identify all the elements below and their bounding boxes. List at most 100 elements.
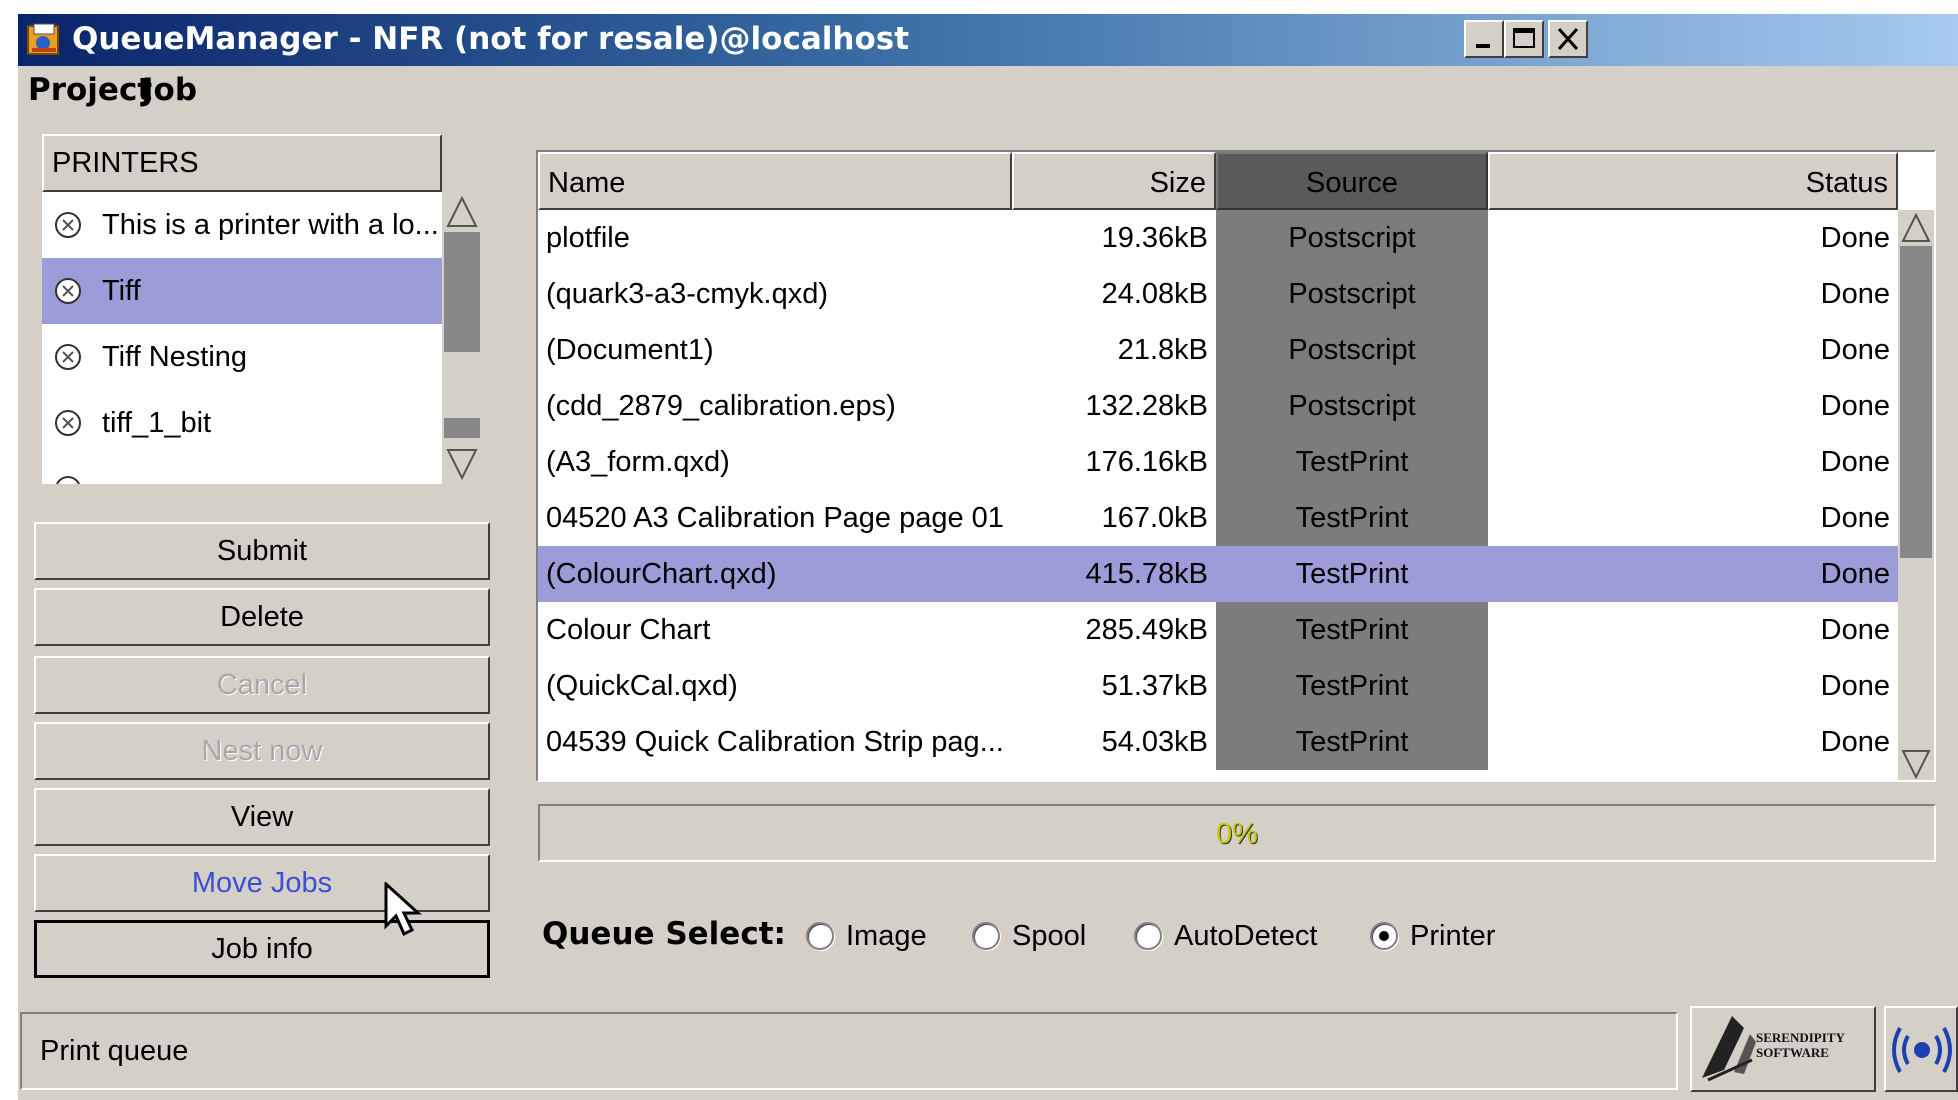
radio-button-checked-icon <box>1370 922 1398 950</box>
cell-status: Done <box>1820 334 1890 366</box>
scroll-up-button[interactable] <box>1898 210 1934 246</box>
cell-status: Done <box>1820 502 1890 534</box>
cell-source: Postscript <box>1216 378 1488 434</box>
progress-label: 0% <box>1216 818 1258 850</box>
table-row[interactable]: 04520 A3 Calibration Page page 01 167.0k… <box>538 490 1898 546</box>
queue-manager-app-icon <box>27 23 59 55</box>
printer-item[interactable]: tiff_1_bit <box>42 390 442 456</box>
table-row[interactable]: (Document1) 21.8kB Postscript Done <box>538 322 1898 378</box>
table-row[interactable]: Colour Chart 285.49kB TestPrint Done <box>538 602 1898 658</box>
cell-source: TestPrint <box>1216 434 1488 490</box>
printer-item[interactable]: This is a printer with a lo... <box>42 192 442 258</box>
printer-disabled-icon <box>56 476 80 484</box>
close-button[interactable] <box>1548 20 1588 58</box>
scroll-down-button[interactable] <box>1898 746 1934 780</box>
minimize-button[interactable] <box>1464 20 1504 58</box>
close-icon <box>1557 27 1579 51</box>
printer-disabled-icon <box>55 278 81 304</box>
radio-button-icon <box>1134 922 1162 950</box>
view-button[interactable]: View <box>34 788 490 846</box>
table-row[interactable]: 04539 Quick Calibration Strip pag... 54.… <box>538 714 1898 770</box>
menu-project[interactable]: Project <box>28 72 152 108</box>
screen: QueueManager - NFR (not for resale)@loca… <box>0 0 1958 1100</box>
table-row[interactable]: (A3_form.qxd) 176.16kB TestPrint Done <box>538 434 1898 490</box>
cancel-button[interactable]: Cancel <box>34 656 490 714</box>
scroll-thumb[interactable] <box>444 232 480 352</box>
printer-item[interactable]: Tiff Nesting <box>42 324 442 390</box>
jobs-table[interactable]: Name Size Source Status plotfile 19.36kB… <box>536 150 1936 782</box>
status-text: Print queue <box>40 1035 189 1067</box>
cell-source: TestPrint <box>1216 658 1488 714</box>
cell-status: Done <box>1820 390 1890 422</box>
cell-name: Colour Chart <box>546 614 711 646</box>
cell-name: (QuickCal.qxd) <box>546 670 738 702</box>
printer-label: tiff_1_bit <box>102 407 212 439</box>
column-header-source[interactable]: Source <box>1216 152 1488 210</box>
maximize-icon <box>1513 28 1535 48</box>
printer-disabled-icon <box>55 410 81 436</box>
table-row[interactable]: (QuickCal.qxd) 51.37kB TestPrint Done <box>538 658 1898 714</box>
printer-label: Tiff Nesting <box>102 341 248 373</box>
cell-status: Done <box>1820 446 1890 478</box>
cell-source: Postscript <box>1216 210 1488 266</box>
column-header-size[interactable]: Size <box>1012 152 1216 210</box>
printer-list[interactable]: This is a printer with a lo... Tiff Tiff… <box>42 192 442 484</box>
radio-button-icon <box>972 922 1000 950</box>
logo-text: SERENDIPITY SOFTWARE <box>1756 1030 1845 1060</box>
cell-size: 176.16kB <box>1085 446 1208 478</box>
cell-name: (quark3-a3-cmyk.qxd) <box>546 278 829 310</box>
cell-source: TestPrint <box>1216 546 1488 602</box>
printers-header[interactable]: PRINTERS <box>42 134 442 192</box>
cell-name: plotfile <box>546 222 630 254</box>
arrow-up-icon <box>1901 212 1931 242</box>
cell-source: TestPrint <box>1216 714 1488 770</box>
broadcast-signal-icon <box>1892 1027 1952 1073</box>
maximize-button[interactable] <box>1504 20 1544 58</box>
cell-size: 24.08kB <box>1101 278 1208 310</box>
table-row[interactable]: (cdd_2879_calibration.eps) 132.28kB Post… <box>538 378 1898 434</box>
cell-size: 132.28kB <box>1085 390 1208 422</box>
delete-button[interactable]: Delete <box>34 588 490 646</box>
printer-disabled-icon <box>55 212 81 238</box>
table-row-selected[interactable]: (ColourChart.qxd) 415.78kB TestPrint Don… <box>538 546 1898 602</box>
serendipity-logo: SERENDIPITY SOFTWARE <box>1690 1006 1876 1092</box>
cell-size: 19.36kB <box>1101 222 1208 254</box>
cell-name: (ColourChart.qxd) <box>546 558 777 590</box>
connection-indicator <box>1884 1006 1958 1092</box>
printer-label: This is a printer with a lo... <box>102 209 439 241</box>
cell-name: 04539 Quick Calibration Strip pag... <box>546 726 1004 758</box>
cell-status: Done <box>1820 726 1890 758</box>
cell-name: (Document1) <box>546 334 714 366</box>
cell-name: (cdd_2879_calibration.eps) <box>546 390 896 422</box>
menu-bar: Project Job <box>18 66 1958 116</box>
arrow-up-icon <box>446 195 478 227</box>
printer-list-scrollbar[interactable] <box>442 192 482 484</box>
cell-size: 415.78kB <box>1085 558 1208 590</box>
cell-status: Done <box>1820 670 1890 702</box>
printer-item-selected[interactable]: Tiff <box>42 258 442 324</box>
scroll-up-button[interactable] <box>442 192 482 232</box>
printer-item-partial[interactable] <box>42 456 442 484</box>
cell-size: 167.0kB <box>1101 502 1208 534</box>
cell-size: 285.49kB <box>1085 614 1208 646</box>
table-row[interactable]: (quark3-a3-cmyk.qxd) 24.08kB Postscript … <box>538 266 1898 322</box>
nest-now-button[interactable]: Nest now <box>34 722 490 780</box>
radio-label: AutoDetect <box>1174 920 1318 952</box>
minimize-icon <box>1476 44 1490 48</box>
radio-label: Printer <box>1410 920 1496 952</box>
cell-status: Done <box>1820 278 1890 310</box>
table-row[interactable]: plotfile 19.36kB Postscript Done <box>538 210 1898 266</box>
cell-status: Done <box>1820 222 1890 254</box>
submit-button[interactable]: Submit <box>34 522 490 580</box>
cell-source: Postscript <box>1216 266 1488 322</box>
radio-label: Spool <box>1012 920 1087 952</box>
menu-job[interactable]: Job <box>142 72 197 108</box>
column-header-name[interactable]: Name <box>538 152 1012 210</box>
jobs-table-scrollbar[interactable] <box>1898 210 1934 780</box>
title-bar[interactable]: QueueManager - NFR (not for resale)@loca… <box>18 14 1958 66</box>
scroll-down-button[interactable] <box>442 444 482 484</box>
cell-source: TestPrint <box>1216 602 1488 658</box>
printer-disabled-icon <box>55 344 81 370</box>
scroll-thumb[interactable] <box>1900 246 1932 558</box>
column-header-status[interactable]: Status <box>1488 152 1898 210</box>
